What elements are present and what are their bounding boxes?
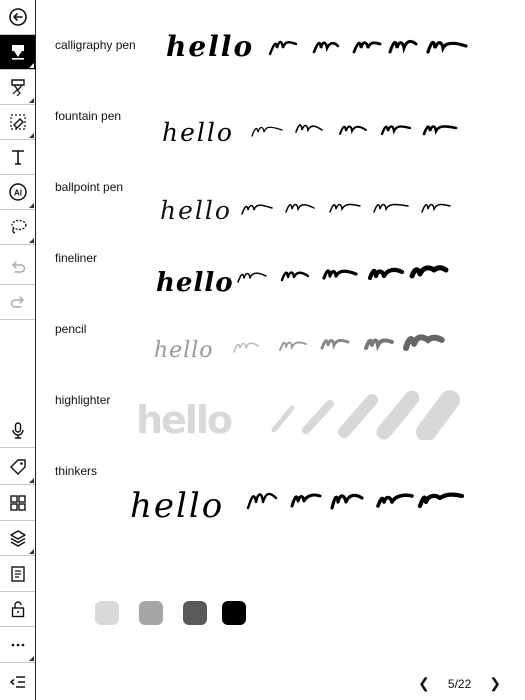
tag-button[interactable]: [0, 450, 35, 485]
color-swatch-gray[interactable]: [139, 601, 163, 625]
layers-button[interactable]: [0, 521, 35, 556]
lasso-icon: [10, 219, 27, 234]
document-icon: [10, 566, 25, 582]
back-icon: [8, 8, 27, 26]
eraser-pen-tool[interactable]: [0, 70, 35, 105]
grid-view-button[interactable]: [0, 486, 35, 521]
undo-button[interactable]: [0, 250, 35, 285]
sample-strokes-ballpoint: [241, 203, 451, 215]
ai-tool[interactable]: AI: [0, 175, 35, 210]
page-indicator: 5/22: [447, 676, 472, 691]
sample-strokes-pencil: [233, 334, 445, 355]
collapse-toolbar-button[interactable]: [0, 664, 35, 699]
sample-strokes-thinkers: [246, 492, 465, 510]
sample-strokes-fineliner: [237, 265, 449, 283]
sample-strokes-fountain: [251, 124, 458, 137]
pen-label-thinkers: thinkers: [55, 464, 98, 478]
chevron-left-icon[interactable]: ❮: [418, 675, 430, 692]
lasso-tool[interactable]: [0, 210, 35, 245]
page-navigator: ❮ 5/22 ❯: [418, 675, 501, 692]
color-swatch-black[interactable]: [222, 601, 246, 625]
sample-hello-highlighter: hello: [136, 398, 233, 442]
chevron-right-icon[interactable]: ❯: [489, 675, 501, 692]
sample-strokes-calligraphy: [268, 39, 468, 56]
redo-button[interactable]: [0, 285, 35, 320]
color-swatch-dark-gray[interactable]: [183, 601, 207, 625]
back-button[interactable]: [0, 0, 35, 35]
sample-hello-ballpoint: hello: [160, 196, 232, 225]
calligraphy-pen-tool-icon: [11, 45, 24, 60]
tag-icon: [9, 459, 26, 475]
svg-text:AI: AI: [14, 189, 22, 198]
text-tool-icon: [11, 150, 24, 165]
more-button[interactable]: [0, 628, 35, 663]
color-swatch-light-gray[interactable]: [95, 601, 119, 625]
more-icon: [11, 643, 24, 647]
grid-icon: [9, 495, 26, 511]
document-button[interactable]: [0, 557, 35, 592]
voice-record-button[interactable]: [0, 413, 35, 448]
lock-icon: [11, 601, 24, 618]
undo-icon: [11, 261, 25, 273]
pen-label-fountain: fountain pen: [55, 109, 122, 123]
text-tool[interactable]: [0, 140, 35, 175]
sample-hello-calligraphy: hello: [166, 30, 255, 63]
sample-strokes-highlighter: [271, 390, 460, 440]
sample-hello-fineliner: hello: [156, 268, 234, 298]
collapse-menu-icon: [9, 675, 25, 688]
sample-hello-fountain: hello: [162, 118, 234, 147]
redo-icon: [10, 296, 24, 308]
eraser-icon: [9, 114, 26, 130]
eraser-tool[interactable]: [0, 105, 35, 140]
microphone-icon: [11, 422, 24, 439]
eraser-pen-icon: [10, 79, 25, 97]
lock-button[interactable]: [0, 592, 35, 627]
left-toolbar: AI: [0, 0, 36, 700]
ai-tool-icon: AI: [8, 183, 27, 201]
pen-label-calligraphy: calligraphy pen: [55, 38, 136, 52]
pen-label-ballpoint: ballpoint pen: [55, 180, 124, 194]
pen-label-pencil: pencil: [55, 322, 87, 336]
pen-label-highlighter: highlighter: [55, 393, 111, 407]
sample-hello-thinkers: hello: [130, 486, 225, 526]
layers-icon: [9, 530, 26, 547]
calligraphy-pen-tool[interactable]: [0, 35, 35, 70]
pen-label-fineliner: fineliner: [55, 251, 98, 265]
sample-hello-pencil: hello: [154, 338, 214, 363]
